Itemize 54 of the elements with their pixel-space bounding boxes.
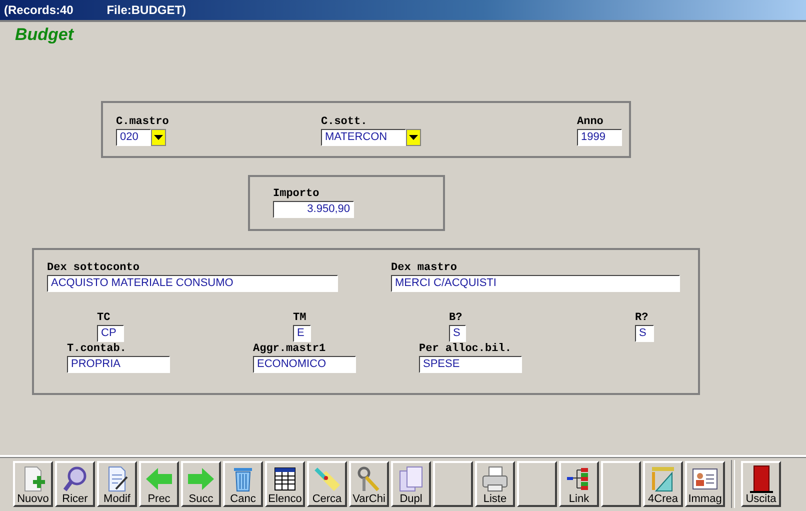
printer-icon xyxy=(480,465,510,493)
toolbar-button[interactable]: Modif xyxy=(97,461,137,507)
toolbar-button[interactable]: Succ xyxy=(181,461,221,507)
empty-button[interactable] xyxy=(433,461,473,507)
input-field[interactable]: S xyxy=(449,325,466,342)
highlighter-icon xyxy=(312,465,342,493)
toolbar-button[interactable]: Canc xyxy=(223,461,263,507)
input-field[interactable]: PROPRIA xyxy=(67,356,170,373)
field-label: TC xyxy=(97,312,112,325)
toolbar-button[interactable]: Immag xyxy=(685,461,725,507)
field-label: Per alloc.bil. xyxy=(419,343,512,356)
field-label: Aggr.mastr1 xyxy=(253,343,327,356)
input-field[interactable]: MERCI C/ACQUISTI xyxy=(391,275,680,292)
field-label: C.mastro xyxy=(116,116,170,129)
window-title: (Records:40 File:BUDGET) xyxy=(4,3,186,17)
field-label: T.contab. xyxy=(67,343,128,356)
field-label: C.sott. xyxy=(321,116,368,129)
toolbar-button[interactable]: VarChi xyxy=(349,461,389,507)
combo-field[interactable]: MATERCON xyxy=(321,129,406,146)
caret-icon xyxy=(409,135,418,140)
field-label: Anno xyxy=(577,116,604,129)
toolbar-button[interactable]: Liste xyxy=(475,461,515,507)
input-field[interactable]: 1999 xyxy=(577,129,622,146)
toolbar-button[interactable]: Uscita xyxy=(741,461,781,507)
toolbar-button[interactable]: Prec xyxy=(139,461,179,507)
toolbar-button[interactable]: Nuovo xyxy=(13,461,53,507)
empty-button[interactable] xyxy=(517,461,557,507)
form-title: Budget xyxy=(15,25,74,45)
field-label: B? xyxy=(449,312,464,325)
input-field[interactable]: CP xyxy=(97,325,124,342)
input-field[interactable]: E xyxy=(293,325,311,342)
input-field[interactable]: SPESE xyxy=(419,356,522,373)
left-arrow-icon xyxy=(144,465,174,493)
toolbar-button[interactable]: Link xyxy=(559,461,599,507)
right-arrow-icon xyxy=(186,465,216,493)
caret-icon xyxy=(154,135,163,140)
combo-field[interactable]: 020 xyxy=(116,129,151,146)
dropdown-button[interactable] xyxy=(151,129,166,146)
toolbar-button[interactable]: Cerca xyxy=(307,461,347,507)
input-field[interactable]: 3.950,90 xyxy=(273,201,354,218)
input-field[interactable]: ACQUISTO MATERIALE CONSUMO xyxy=(47,275,338,292)
dropdown-button[interactable] xyxy=(406,129,421,146)
empty-button[interactable] xyxy=(601,461,641,507)
toolbar-button[interactable]: Dupl xyxy=(391,461,431,507)
field-label: Dex mastro xyxy=(391,262,458,275)
input-field[interactable]: ECONOMICO xyxy=(253,356,356,373)
field-label: TM xyxy=(293,312,308,325)
toolbar-button[interactable]: Elenco xyxy=(265,461,305,507)
field-label: Importo xyxy=(273,188,320,201)
input-field[interactable]: S xyxy=(635,325,654,342)
toolbar-button[interactable]: Ricer xyxy=(55,461,95,507)
field-label: R? xyxy=(635,312,650,325)
toolbar-button[interactable]: 4Crea xyxy=(643,461,683,507)
field-label: Dex sottoconto xyxy=(47,262,140,275)
